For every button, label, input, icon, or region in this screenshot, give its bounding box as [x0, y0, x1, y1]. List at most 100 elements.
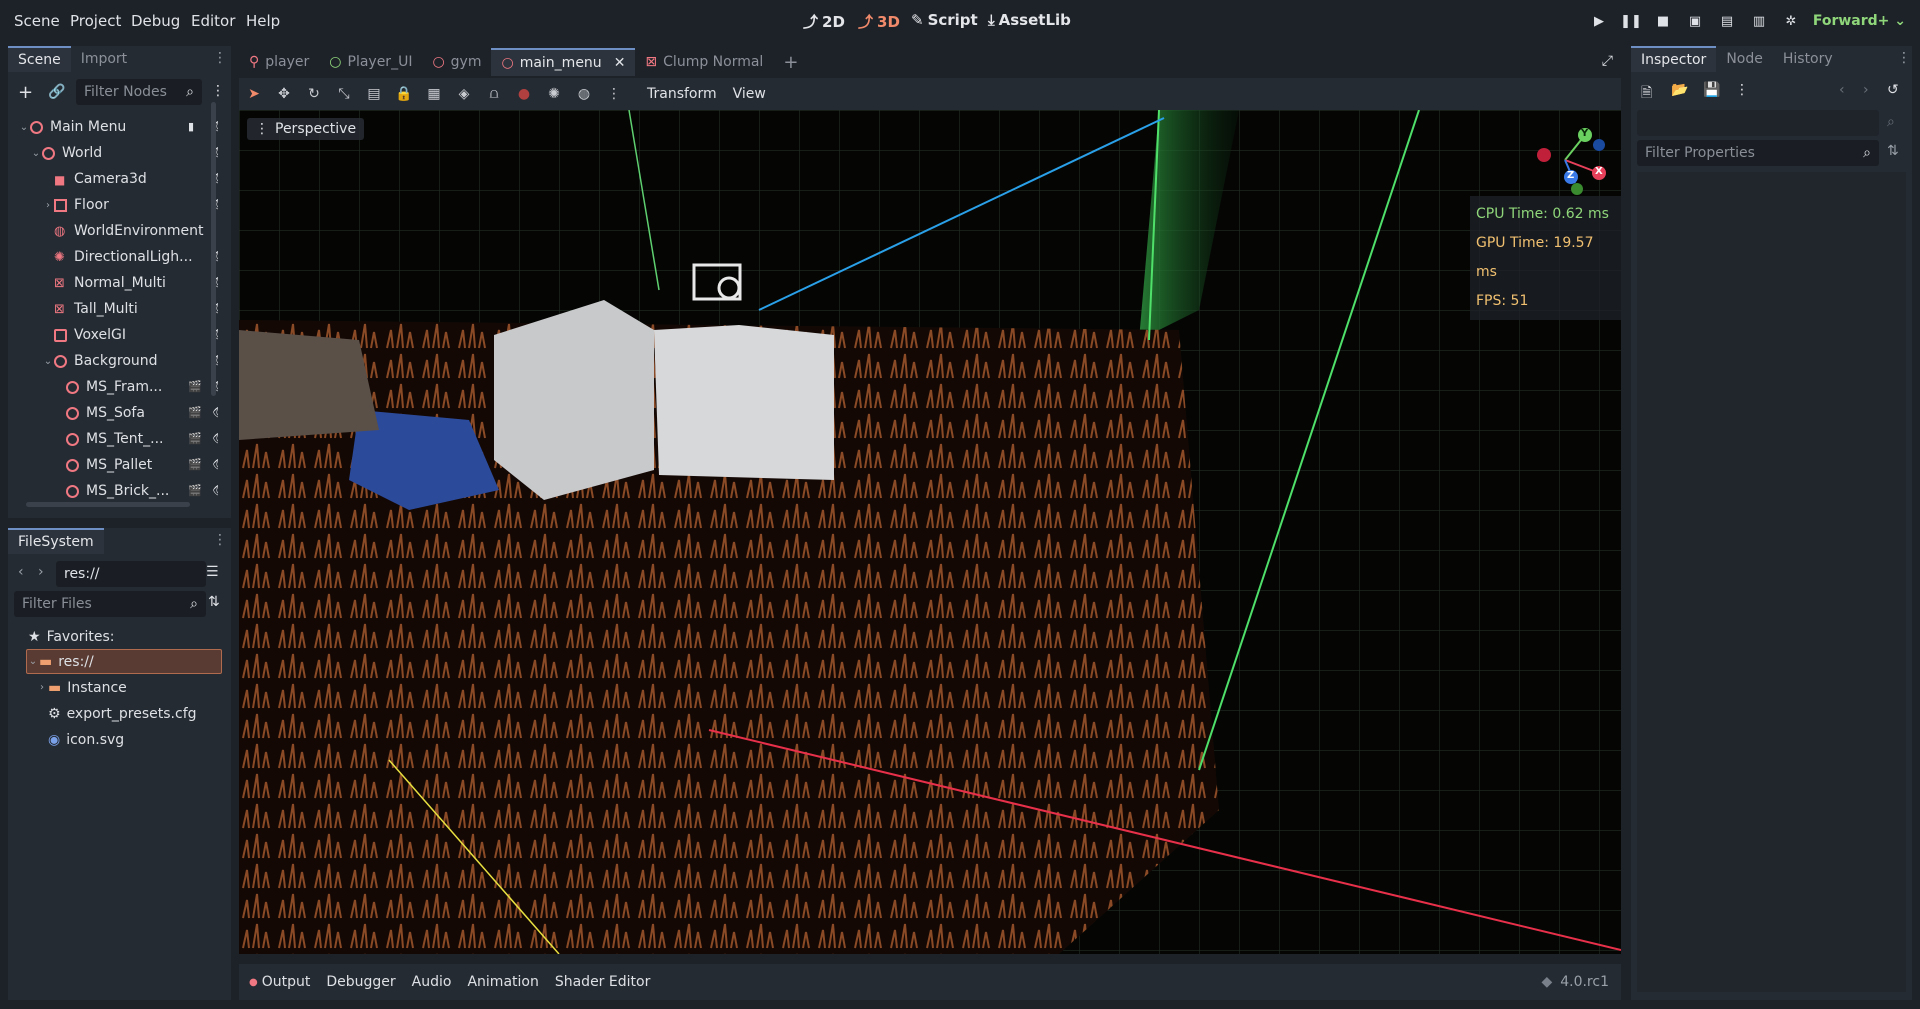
orientation-gizmo[interactable] [1529, 125, 1609, 195]
visibility-eye-icon[interactable]: 👁 [212, 405, 218, 421]
list-select-icon[interactable]: ▤ [359, 78, 389, 110]
back-icon[interactable]: ‹ [18, 564, 24, 580]
load-resource-icon[interactable]: 📂 [1671, 82, 1688, 98]
filter-files-input[interactable]: Filter Files ⌕ [14, 591, 206, 617]
menu-project[interactable]: Project [70, 12, 121, 30]
tree-item-floor[interactable]: ›Floor👁 [18, 192, 218, 218]
open-scene-icon[interactable]: 🎬 [188, 432, 202, 446]
history-forward-icon[interactable]: › [1863, 82, 1869, 98]
collapse-icon[interactable]: ⌄ [18, 122, 30, 133]
play-scene-icon[interactable]: ▤ [1718, 12, 1736, 30]
visibility-eye-icon[interactable]: 👁 [212, 483, 218, 499]
move-tool-icon[interactable]: ✥ [269, 78, 299, 110]
visibility-eye-icon[interactable]: 👁 [212, 431, 218, 447]
tab-clump-normal[interactable]: ⊠ Clump Normal [635, 48, 773, 76]
lock-icon[interactable]: 🔒 [389, 78, 419, 110]
path-field[interactable]: res:// [56, 561, 206, 587]
open-scene-icon[interactable]: 🎬 [188, 484, 202, 498]
tree-item-voxelgi[interactable]: VoxelGI👁 [18, 322, 218, 348]
add-node-icon[interactable]: + [18, 82, 33, 103]
tab-import[interactable]: Import [71, 46, 137, 72]
tab-output[interactable]: Output [262, 974, 311, 990]
filter-properties-input[interactable]: Filter Properties ⌕ [1637, 140, 1879, 166]
dock-menu-icon[interactable]: ⋮ [213, 532, 227, 548]
new-resource-icon[interactable]: 🗎 [1641, 82, 1652, 106]
tab-gym[interactable]: ○ gym [422, 48, 491, 76]
tab-node[interactable]: Node [1716, 46, 1773, 72]
gizmo-neg-y[interactable] [1571, 183, 1583, 195]
workspace-2d-button[interactable]: ⤴ 2D [803, 11, 845, 32]
more-options-icon[interactable]: ⋮ [599, 78, 629, 110]
collapse-icon[interactable]: ⌄ [30, 148, 42, 159]
history-back-icon[interactable]: ‹ [1839, 82, 1845, 98]
rotate-tool-icon[interactable]: ↻ [299, 78, 329, 110]
tab-shader-editor[interactable]: Shader Editor [555, 974, 650, 990]
tab-animation[interactable]: Animation [467, 974, 538, 990]
play-custom-scene-icon[interactable]: ▥ [1750, 12, 1768, 30]
expand-icon[interactable]: › [36, 682, 48, 693]
perspective-menu[interactable]: ⋮ Perspective [247, 118, 365, 140]
stop-icon[interactable]: ■ [1654, 12, 1672, 30]
expand-icon[interactable]: › [42, 200, 54, 211]
workspace-3d-button[interactable]: ⤴ 3D [858, 11, 900, 32]
tree-horizontal-scrollbar[interactable] [26, 502, 190, 507]
tab-scene[interactable]: Scene [8, 46, 71, 72]
tree-item-world[interactable]: ⌄World👁 [18, 140, 218, 166]
tree-vertical-scrollbar[interactable] [211, 102, 216, 396]
tree-item-ms-sofa[interactable]: MS_Sofa🎬👁 [18, 400, 218, 426]
remote-debug-icon[interactable]: ▣ [1686, 12, 1704, 30]
sort-icon[interactable]: ⇅ [208, 594, 220, 610]
tab-filesystem[interactable]: FileSystem [8, 528, 104, 554]
tab-player[interactable]: ⚲ player [239, 48, 319, 76]
file-tree-icon-svg[interactable]: ◉ icon.svg [48, 727, 124, 752]
tree-item-directionallight[interactable]: ✺DirectionalLigh...👁 [18, 244, 218, 270]
transform-menu[interactable]: Transform [647, 86, 717, 102]
gizmo-neg-z[interactable] [1593, 139, 1605, 151]
workspace-assetlib-button[interactable]: ⤓ AssetLib [988, 11, 1071, 29]
add-tab-button[interactable]: + [773, 48, 808, 76]
collapse-icon[interactable]: ⌄ [42, 356, 54, 367]
resource-options-icon[interactable]: ⋮ [1735, 82, 1749, 98]
tree-item-ms-pallet[interactable]: MS_Pallet🎬👁 [18, 452, 218, 478]
camera-preview-icon[interactable]: ● [509, 78, 539, 110]
pause-icon[interactable]: ❚❚ [1620, 12, 1642, 30]
open-scene-icon[interactable]: 🎬 [188, 406, 202, 420]
tab-history[interactable]: History [1773, 46, 1843, 72]
menu-help[interactable]: Help [246, 12, 280, 30]
object-selector[interactable] [1637, 110, 1879, 136]
dock-menu-icon[interactable]: ⋮ [1897, 50, 1911, 66]
tab-main-menu[interactable]: ○ main_menu ✕ [491, 48, 636, 76]
tree-item-normal-multi[interactable]: ⊠Normal_Multi👁 [18, 270, 218, 296]
tree-item-ms-frame[interactable]: MS_Fram...🎬👁 [18, 374, 218, 400]
object-history-icon[interactable]: ↺ [1887, 82, 1899, 98]
tab-inspector[interactable]: Inspector [1631, 46, 1717, 72]
gizmo-neg-x[interactable] [1537, 148, 1551, 162]
renderer-select[interactable]: Forward+ ⌄ [1813, 13, 1906, 29]
tree-item-main-menu[interactable]: ⌄Main Menu▮👁 [18, 114, 218, 140]
close-tab-icon[interactable]: ✕ [614, 55, 626, 71]
filter-nodes-input[interactable]: Filter Nodes ⌕ [76, 79, 202, 105]
save-resource-icon[interactable]: 💾 [1703, 82, 1720, 98]
movie-maker-icon[interactable]: ✲ [1782, 12, 1800, 30]
tree-item-ms-brick[interactable]: MS_Brick_...🎬👁 [18, 478, 218, 504]
tree-item-worldenvironment[interactable]: ◍ WorldEnvironment [18, 218, 218, 244]
menu-debug[interactable]: Debug [131, 12, 180, 30]
property-options-icon[interactable]: ⇅ [1887, 143, 1899, 159]
scale-tool-icon[interactable]: ⤡ [329, 78, 359, 110]
open-scene-icon[interactable]: 🎬 [188, 380, 202, 394]
view-menu[interactable]: View [733, 86, 766, 102]
tree-item-camera3d[interactable]: ■Camera3d👁 [18, 166, 218, 192]
scene-options-icon[interactable]: ⋮ [211, 83, 225, 99]
file-tree-res-root[interactable]: ⌄ ▬ res:// [26, 649, 222, 674]
script-attached-icon[interactable]: ▮ [188, 120, 202, 134]
distraction-free-icon[interactable]: ⤢ [1602, 53, 1613, 69]
menu-editor[interactable]: Editor [191, 12, 235, 30]
favorites-item[interactable]: ★ Favorites: [28, 624, 115, 649]
split-mode-icon[interactable]: ☰ [206, 564, 219, 580]
tree-item-tall-multi[interactable]: ⊠Tall_Multi👁 [18, 296, 218, 322]
file-tree-instance-folder[interactable]: › ▬ Instance [36, 675, 127, 700]
play-icon[interactable]: ▶ [1590, 12, 1608, 30]
update-spinner-icon[interactable]: ◆ [1541, 974, 1552, 990]
local-space-icon[interactable]: ◈ [449, 78, 479, 110]
sun-preview-icon[interactable]: ✺ [539, 78, 569, 110]
